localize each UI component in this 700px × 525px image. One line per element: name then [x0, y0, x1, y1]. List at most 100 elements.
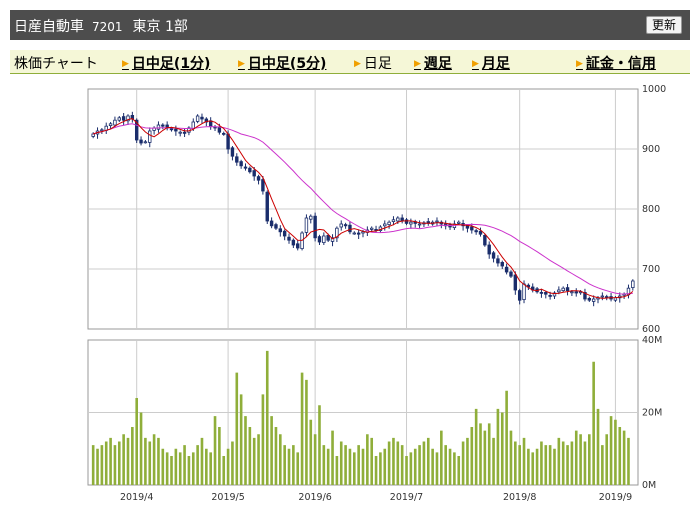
price-tick-label: 900 — [642, 144, 660, 155]
volume-bar — [566, 445, 569, 485]
volume-bar — [492, 437, 495, 485]
candle-body — [513, 274, 518, 291]
volume-bar — [418, 445, 421, 485]
candle-body — [235, 156, 239, 163]
candle-body — [309, 215, 313, 220]
candle-body — [139, 139, 143, 144]
volume-bar — [279, 434, 282, 485]
volume-bar — [383, 448, 387, 485]
volume-bar — [596, 408, 600, 485]
volume-bar — [366, 434, 369, 485]
volume-bar — [500, 412, 504, 485]
volume-bar — [461, 441, 465, 485]
candle-body — [156, 124, 161, 130]
volume-bar — [209, 452, 212, 485]
volume-bar — [522, 437, 526, 485]
candle-body — [504, 266, 509, 273]
candle-body — [282, 230, 287, 237]
candle-body — [417, 223, 422, 226]
candle-body — [561, 287, 565, 291]
candle-body — [239, 161, 243, 167]
nav-item-daily: ▶ 日足 — [354, 56, 392, 72]
candle-body — [313, 215, 317, 239]
candle-body — [256, 176, 261, 181]
stock-code: 7201 — [92, 20, 123, 34]
arrow-right-icon: ▶ — [354, 59, 361, 69]
volume-bar — [252, 437, 256, 485]
candle-body — [113, 119, 117, 126]
volume-bar — [170, 456, 173, 485]
volume-bar — [387, 441, 391, 485]
volume-tick-label: 0M — [642, 480, 656, 491]
volume-bar — [322, 445, 326, 485]
price-tick-label: 1000 — [642, 84, 666, 95]
candle-body — [148, 130, 152, 143]
volume-bar — [379, 452, 382, 485]
date-axis: 2019/4 2019/5 2019/6 2019/7 2019/8 2019/9 — [120, 492, 632, 503]
volume-bar — [570, 441, 574, 485]
candle-body — [291, 239, 296, 246]
volume-bar — [292, 445, 295, 485]
candle-body — [200, 116, 204, 120]
volume-bar — [339, 441, 343, 485]
candle-body — [539, 291, 544, 294]
volume-bar — [352, 452, 356, 485]
refresh-button[interactable]: 更新 — [645, 16, 682, 34]
nav-link-weekly[interactable]: ▶ 週足 — [414, 53, 452, 73]
volume-axis: 40M 20M 0M — [642, 335, 662, 491]
nav-link-intraday-5min[interactable]: ▶ 日中足(5分) — [238, 53, 326, 73]
volume-bar — [361, 448, 365, 485]
price-tick-label: 700 — [642, 264, 660, 275]
volume-bar — [270, 416, 273, 485]
volume-bar — [326, 448, 330, 485]
volume-bar — [396, 441, 400, 485]
volume-bar — [344, 445, 347, 485]
candle-body — [435, 220, 439, 223]
volume-bar — [331, 430, 334, 485]
volume-bar — [244, 416, 247, 485]
volume-bar — [527, 448, 530, 485]
arrow-right-icon: ▶ — [122, 59, 129, 69]
nav-link-margin[interactable]: ▶ 証金・信用 — [576, 53, 656, 73]
date-tick-label: 2019/4 — [120, 492, 153, 503]
volume-bar — [148, 441, 152, 485]
volume-bar — [235, 372, 239, 485]
volume-bar — [435, 452, 439, 485]
candle-body — [500, 261, 504, 267]
volume-bar — [557, 437, 561, 485]
candle-body — [296, 243, 300, 249]
candle-body — [600, 295, 605, 298]
candle-body — [121, 116, 126, 121]
arrow-right-icon: ▶ — [576, 59, 583, 69]
volume-bar — [487, 423, 491, 485]
candle-body — [143, 141, 148, 144]
volume-bar — [618, 427, 622, 485]
candle-body — [100, 129, 104, 132]
volume-bar — [370, 437, 374, 485]
volume-bar — [248, 427, 252, 485]
candle-body — [230, 147, 235, 157]
nav-link-monthly[interactable]: ▶ 月足 — [472, 53, 510, 73]
candle-body — [356, 232, 361, 235]
volume-bar — [196, 445, 199, 485]
candle-body — [243, 166, 248, 169]
volume-bar — [200, 437, 204, 485]
volume-bar — [574, 430, 578, 485]
arrow-right-icon: ▶ — [414, 59, 421, 69]
volume-bar — [466, 437, 469, 485]
candle-body — [470, 226, 474, 231]
candle-body — [369, 227, 374, 230]
volume-bar — [113, 445, 117, 485]
volume-bar — [313, 434, 317, 485]
volume-bar — [544, 445, 548, 485]
nav-link-intraday-1min[interactable]: ▶ 日中足(1分) — [122, 53, 210, 73]
candle-body — [605, 296, 609, 299]
candle-body — [478, 230, 483, 235]
volume-bar — [104, 441, 108, 485]
volume-bar — [296, 452, 300, 485]
candle-body — [174, 128, 178, 132]
volume-bar — [183, 445, 186, 485]
volume-bar — [131, 427, 134, 485]
candle-body — [265, 191, 269, 222]
volume-bar — [605, 434, 609, 485]
